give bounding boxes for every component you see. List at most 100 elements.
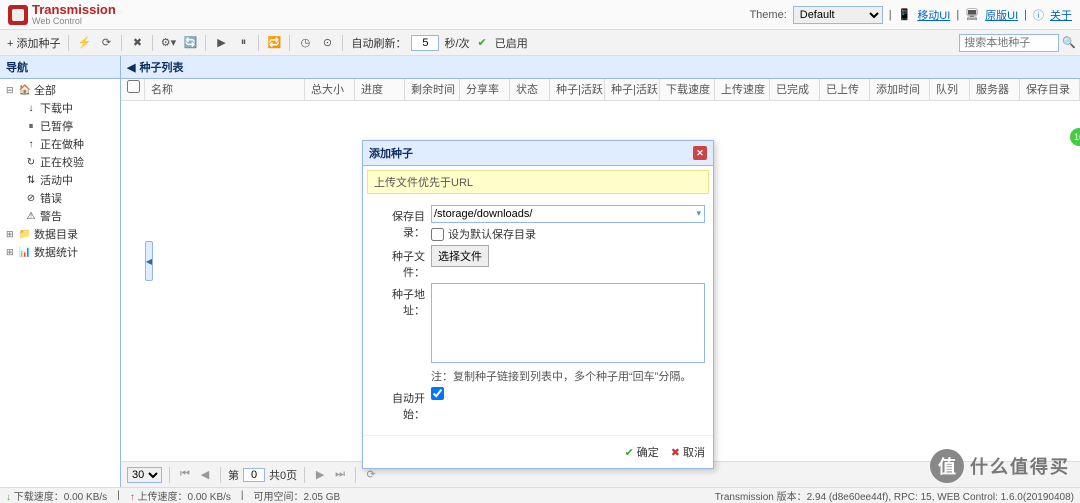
remove-icon[interactable]: ✖ [127, 33, 147, 53]
transmission-icon [8, 5, 28, 25]
recheck-icon[interactable]: 🔁 [264, 33, 284, 53]
main-toolbar: + 添加种子 ⚡ ⟳ ✖ ⚙▾ 🔄 ▶ ⏸ 🔁 ◷ ⊙ 自动刷新： 秒/次 ✔ … [0, 30, 1080, 56]
next-page-icon[interactable]: ▶ [312, 467, 328, 483]
torrent-url-label: 种子地址： [371, 283, 431, 318]
node-label: 已暂停 [40, 118, 73, 134]
tree-node[interactable]: ⏸已暂停 [2, 117, 118, 135]
tree-node[interactable]: ⚠警告 [2, 207, 118, 225]
page-label: 第 [228, 467, 239, 483]
node-icon: ⚠ [24, 210, 38, 222]
about-link[interactable]: 关于 [1050, 7, 1072, 23]
expander-icon[interactable]: ⊞ [6, 229, 16, 240]
settings-icon[interactable]: ⚙▾ [158, 33, 178, 53]
page-size-select[interactable]: 30 [127, 467, 162, 483]
node-icon: ⇅ [24, 174, 38, 186]
dl-value: 0.00 KB/s [64, 492, 107, 503]
app-subtitle: Web Control [32, 16, 116, 26]
column-header[interactable]: 已完成 [770, 79, 820, 101]
dialog-titlebar[interactable]: 添加种子 ✕ [363, 141, 713, 166]
column-header[interactable]: 状态 [510, 79, 550, 101]
torrent-url-textarea[interactable] [431, 283, 705, 363]
column-header[interactable] [121, 79, 145, 101]
app-logo: Transmission Web Control [8, 3, 116, 26]
theme-select[interactable]: Default [793, 6, 883, 24]
expander-icon[interactable]: ⊟ [6, 85, 16, 96]
grid-header: 名称总大小进度剩余时间分享率状态种子|活跃种子|活跃下载速度上传速度已完成已上传… [121, 79, 1080, 101]
speed-icon[interactable]: ⊙ [317, 33, 337, 53]
tree-node[interactable]: ↓下载中 [2, 99, 118, 117]
play-icon[interactable]: ▶ [211, 33, 231, 53]
column-header[interactable]: 添加时间 [870, 79, 930, 101]
dl-label: 下载速度： [14, 492, 64, 503]
node-icon: 📁 [18, 228, 32, 240]
search-icon[interactable]: 🔍 [1062, 37, 1076, 49]
column-header[interactable]: 分享率 [460, 79, 510, 101]
nav-tree: ⊟🏠全部↓下载中⏸已暂停↑正在做种↻正在校验⇅活动中⊘错误⚠警告⊞📁数据目录⊞📊… [0, 79, 120, 487]
tree-node[interactable]: ↑正在做种 [2, 135, 118, 153]
node-label: 数据统计 [34, 244, 78, 260]
save-dir-input[interactable] [431, 205, 705, 223]
add-torrent-button[interactable]: + 添加种子 [4, 35, 63, 51]
dialog-hint: 上传文件优先于URL [367, 170, 709, 194]
expander-icon[interactable]: ⊞ [6, 247, 16, 258]
column-header[interactable]: 总大小 [305, 79, 355, 101]
column-header[interactable]: 服务器 [970, 79, 1020, 101]
version-text: Transmission 版本：2.94 (d8e60ee44f), RPC: … [715, 488, 1074, 503]
column-header[interactable]: 名称 [145, 79, 305, 101]
choose-file-button[interactable]: 选择文件 [431, 245, 489, 267]
column-header[interactable]: 上传速度 [715, 79, 770, 101]
grid-title: ◀种子列表 [121, 56, 1080, 79]
add-torrent-dialog: 添加种子 ✕ 上传文件优先于URL 保存目录： 设为默认保存目录 种子文件： 选… [362, 140, 714, 469]
tree-node[interactable]: ⇅活动中 [2, 171, 118, 189]
autostart-checkbox[interactable] [431, 387, 444, 400]
original-ui-link[interactable]: 原版UI [985, 7, 1018, 23]
cancel-button[interactable]: ✖取消 [671, 444, 705, 460]
node-label: 全部 [34, 82, 56, 98]
column-header[interactable]: 种子|活跃 [605, 79, 660, 101]
tree-node[interactable]: ↻正在校验 [2, 153, 118, 171]
app-header: Transmission Web Control Theme: Default … [0, 0, 1080, 30]
ok-button[interactable]: ✔确定 [625, 444, 659, 460]
enabled-label: 已启用 [492, 35, 531, 51]
node-icon: ↻ [24, 156, 38, 168]
auto-refresh-label: 自动刷新： [348, 35, 409, 51]
node-label: 数据目录 [34, 226, 78, 242]
sidebar: 导航 ⊟🏠全部↓下载中⏸已暂停↑正在做种↻正在校验⇅活动中⊘错误⚠警告⊞📁数据目… [0, 56, 121, 487]
tree-node[interactable]: ⊟🏠全部 [2, 81, 118, 99]
ul-value: 0.00 KB/s [188, 492, 231, 503]
start-icon[interactable]: ⚡ [74, 33, 94, 53]
tree-node[interactable]: ⊞📊数据统计 [2, 243, 118, 261]
select-all-checkbox[interactable] [127, 80, 140, 93]
mobile-ui-link[interactable]: 移动UI [917, 7, 950, 23]
status-bar: ↓ 下载速度：0.00 KB/s | ↑ 上传速度：0.00 KB/s | 可用… [0, 487, 1080, 503]
column-header[interactable]: 剩余时间 [405, 79, 460, 101]
column-header[interactable]: 保存目录 [1020, 79, 1080, 101]
column-header[interactable]: 进度 [355, 79, 405, 101]
column-header[interactable]: 队列 [930, 79, 970, 101]
set-default-checkbox[interactable] [431, 228, 444, 241]
tree-node[interactable]: ⊞📁数据目录 [2, 225, 118, 243]
prev-page-icon[interactable]: ◀ [197, 467, 213, 483]
tree-node[interactable]: ⊘错误 [2, 189, 118, 207]
pause-icon[interactable]: ⏸ [233, 33, 253, 53]
first-page-icon[interactable]: ⏮ [177, 467, 193, 483]
column-header[interactable]: 种子|活跃 [550, 79, 605, 101]
search-input[interactable] [959, 34, 1059, 52]
close-icon[interactable]: ✕ [693, 146, 707, 160]
node-icon: 📊 [18, 246, 32, 258]
sidebar-collapse-handle[interactable]: ◀ [145, 241, 153, 281]
node-label: 正在做种 [40, 136, 84, 152]
node-label: 正在校验 [40, 154, 84, 170]
refresh-icon[interactable]: ⟳ [96, 33, 116, 53]
sidebar-title: 导航 [0, 56, 120, 79]
page-input[interactable] [243, 468, 265, 482]
reload-icon[interactable]: 🔄 [180, 33, 200, 53]
column-header[interactable]: 下载速度 [660, 79, 715, 101]
column-header[interactable]: 已上传 [820, 79, 870, 101]
download-icon: ↓ [6, 492, 11, 503]
node-icon: ⏸ [24, 120, 38, 132]
last-page-icon[interactable]: ⏭ [332, 467, 348, 483]
auto-refresh-input[interactable] [411, 35, 439, 51]
watermark-text: 什么值得买 [970, 453, 1070, 479]
more-icon[interactable]: ◷ [295, 33, 315, 53]
